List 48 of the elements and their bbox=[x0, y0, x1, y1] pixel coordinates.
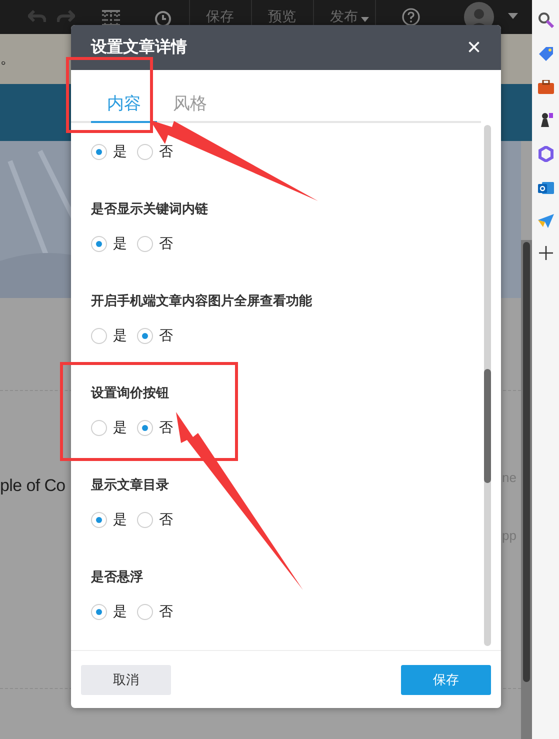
caret-icon[interactable] bbox=[361, 17, 369, 22]
radio-button[interactable] bbox=[91, 512, 107, 528]
radio-option[interactable]: 是 bbox=[91, 143, 127, 161]
radio-button[interactable] bbox=[137, 236, 153, 252]
mail-icon[interactable] bbox=[538, 180, 554, 196]
radio-option[interactable]: 是 bbox=[91, 327, 127, 345]
dialog-title: 设置文章详情 bbox=[91, 37, 187, 58]
radio-button[interactable] bbox=[91, 236, 107, 252]
scrollbar[interactable] bbox=[484, 125, 491, 646]
briefcase-icon[interactable] bbox=[538, 80, 554, 94]
hexagon-icon[interactable] bbox=[538, 146, 554, 162]
radio-option[interactable]: 是 bbox=[91, 419, 127, 437]
radio-option[interactable]: 是 bbox=[91, 235, 127, 253]
radio-button[interactable] bbox=[137, 328, 153, 344]
close-button[interactable]: × bbox=[466, 36, 481, 60]
radio-button[interactable] bbox=[91, 328, 107, 344]
radio-option[interactable]: 否 bbox=[137, 419, 173, 437]
grid-icon[interactable] bbox=[101, 10, 121, 26]
cancel-button[interactable]: 取消 bbox=[81, 664, 171, 694]
radio-button[interactable] bbox=[137, 144, 153, 160]
radio-button[interactable] bbox=[91, 420, 107, 436]
scrollbar[interactable] bbox=[521, 240, 532, 739]
option-label: 显示文章目录 bbox=[91, 476, 170, 493]
option-label: 开启手机端文章内容图片全屏查看功能 bbox=[91, 292, 313, 309]
paper-plane-icon[interactable] bbox=[538, 214, 554, 228]
radio-button[interactable] bbox=[137, 420, 153, 436]
option-label: 设置询价按钮 bbox=[91, 385, 170, 401]
radio-option[interactable]: 否 bbox=[137, 603, 173, 621]
radio-button[interactable] bbox=[137, 604, 153, 620]
radio-option[interactable]: 是 bbox=[91, 511, 127, 529]
radio-option[interactable]: 否 bbox=[137, 235, 173, 253]
caret-icon[interactable] bbox=[508, 13, 518, 19]
history-icon[interactable] bbox=[154, 10, 172, 28]
help-icon[interactable] bbox=[402, 8, 420, 26]
radio-option[interactable]: 否 bbox=[137, 511, 173, 529]
radio-button[interactable] bbox=[137, 512, 153, 528]
option-label: 是否悬浮 bbox=[91, 569, 144, 585]
page-text: 。 bbox=[0, 49, 16, 69]
option-label: 是否显示关键词内链 bbox=[91, 200, 209, 217]
tag-icon[interactable] bbox=[538, 46, 554, 62]
page-text: ple of Co bbox=[0, 476, 66, 496]
search-icon[interactable] bbox=[538, 12, 554, 28]
radio-option[interactable]: 是 bbox=[91, 603, 127, 621]
radio-option[interactable]: 否 bbox=[137, 143, 173, 161]
radio-button[interactable] bbox=[91, 144, 107, 160]
radio-option[interactable]: 否 bbox=[137, 327, 173, 345]
plus-icon[interactable] bbox=[538, 246, 552, 260]
radio-button[interactable] bbox=[91, 604, 107, 620]
